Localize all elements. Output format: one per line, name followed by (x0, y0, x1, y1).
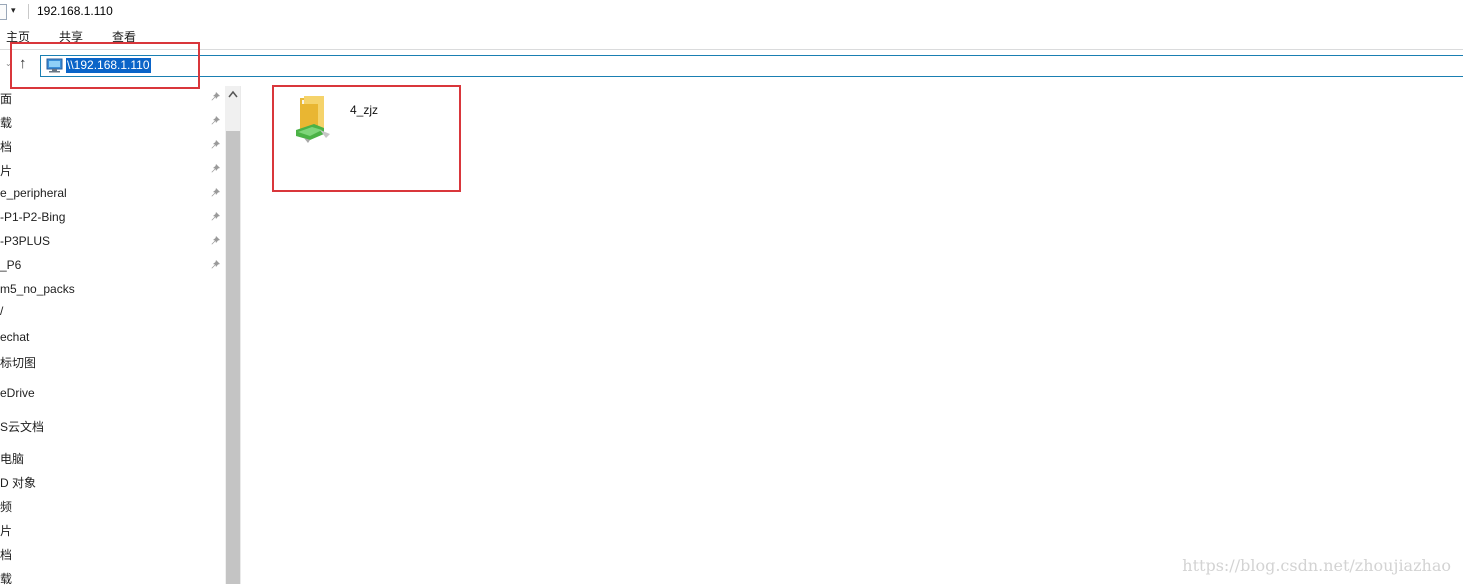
sidebar-item-pictures[interactable]: 片 (0, 162, 12, 179)
folder-name[interactable]: 4_zjz (350, 103, 378, 117)
sidebar-item-slash[interactable]: / (0, 304, 3, 318)
title-separator (28, 4, 29, 19)
sidebar-item-desktop[interactable]: 面 (0, 90, 12, 107)
sidebar-item-p1-p2-bing[interactable]: -P1-P2-Bing (0, 210, 65, 224)
annotation-box-address (10, 42, 200, 89)
navigation-pane: 面 载 档 片 e_peripheral -P1-P2-Bing -P3PLUS… (0, 86, 240, 587)
ribbon: 主页 共享 查看 (0, 24, 1463, 48)
sidebar-item-p6[interactable]: _P6 (0, 258, 21, 272)
pin-icon[interactable] (210, 91, 221, 102)
sidebar-item-pictures-pc[interactable]: 片 (0, 522, 12, 539)
content-divider (240, 86, 241, 584)
sidebar-scroll-thumb[interactable] (226, 131, 240, 584)
pin-icon[interactable] (210, 211, 221, 222)
quick-access-dropdown-icon[interactable]: ▾ (11, 5, 16, 16)
sidebar-item-videos[interactable]: 频 (0, 498, 12, 515)
sidebar-item-wechat[interactable]: echat (0, 330, 29, 344)
sidebar-item-onedrive[interactable]: eDrive (0, 386, 35, 400)
scroll-up-arrow-icon[interactable] (228, 90, 238, 98)
pin-icon[interactable] (210, 115, 221, 126)
sidebar-item-downloads-pc[interactable]: 载 (0, 570, 12, 587)
sidebar-item-this-pc[interactable]: 电脑 (0, 450, 24, 467)
pin-icon[interactable] (210, 139, 221, 150)
sidebar-item-m5-no-packs[interactable]: m5_no_packs (0, 282, 75, 296)
pin-icon[interactable] (210, 235, 221, 246)
shared-folder-icon[interactable] (294, 94, 338, 144)
sidebar-item-documents[interactable]: 档 (0, 138, 12, 155)
sidebar-item-3d-objects[interactable]: D 对象 (0, 474, 36, 491)
sidebar-item-icon-slices[interactable]: 标切图 (0, 354, 36, 371)
address-input[interactable] (40, 55, 1463, 77)
watermark-text: https://blog.csdn.net/zhoujiazhao (1182, 556, 1451, 575)
pin-icon[interactable] (210, 163, 221, 174)
window-title: 192.168.1.110 (37, 4, 113, 18)
pin-icon[interactable] (210, 187, 221, 198)
sidebar-item-downloads[interactable]: 载 (0, 114, 12, 131)
sidebar-item-documents-pc[interactable]: 档 (0, 546, 12, 563)
sidebar-item-peripheral[interactable]: e_peripheral (0, 186, 67, 200)
sidebar-item-p3plus[interactable]: -P3PLUS (0, 234, 50, 248)
pin-icon[interactable] (210, 259, 221, 270)
title-bar: ▾ 192.168.1.110 (0, 0, 1463, 24)
sidebar-item-wps-cloud-docs[interactable]: S云文档 (0, 418, 44, 435)
quick-access-icon[interactable] (0, 4, 7, 20)
